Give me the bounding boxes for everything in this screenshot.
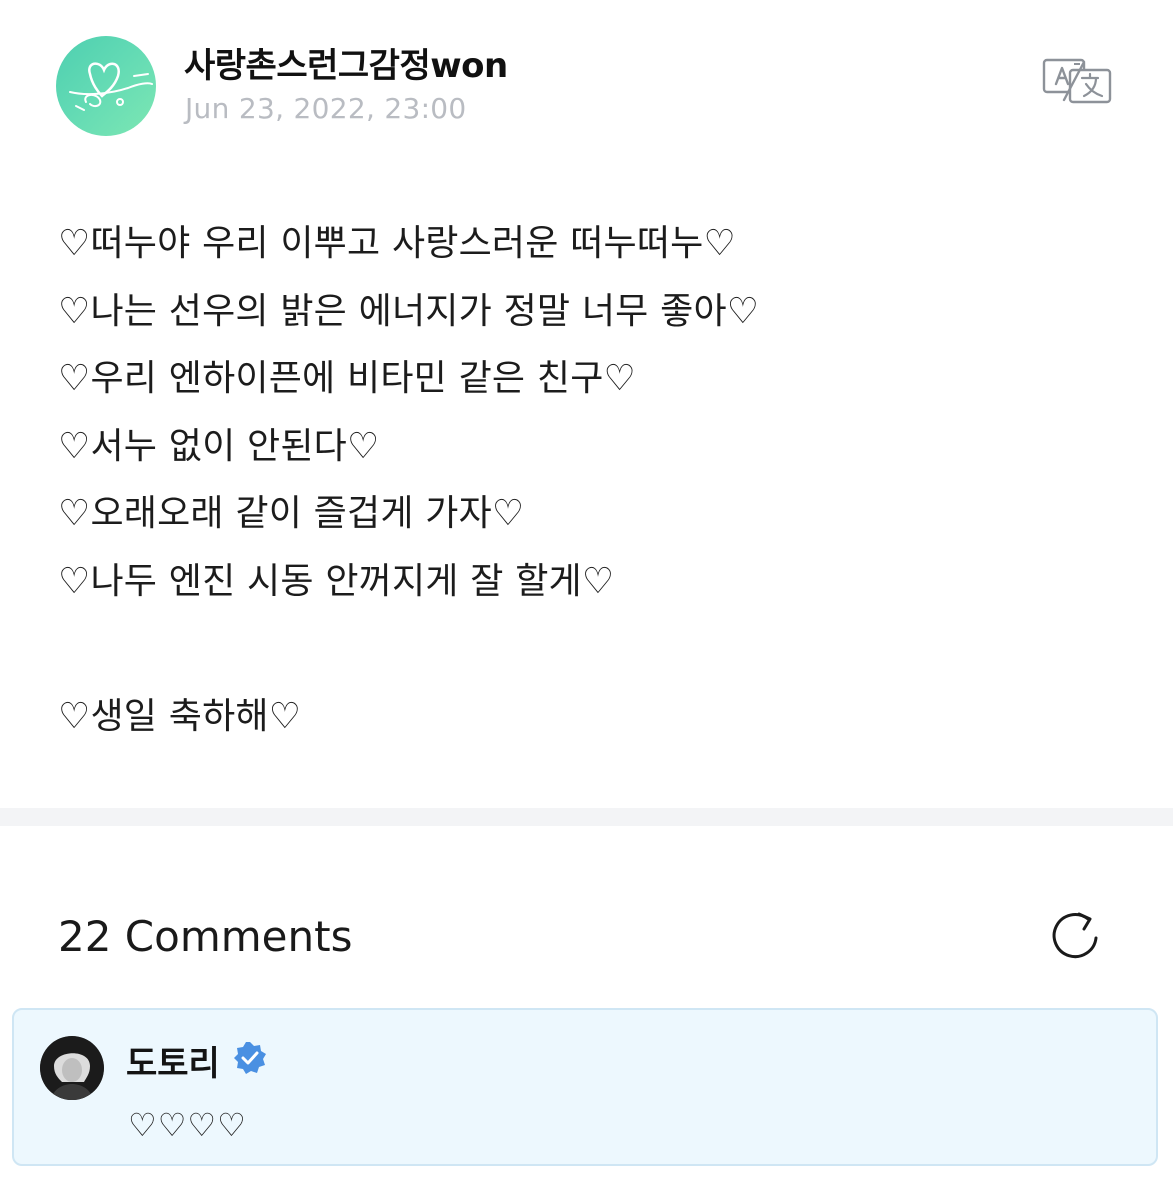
- verified-badge-icon: [232, 1040, 268, 1076]
- refresh-button[interactable]: [1046, 906, 1106, 966]
- author-avatar[interactable]: [56, 36, 156, 136]
- comment-avatar[interactable]: [40, 1036, 104, 1100]
- post-line: ♡나는 선우의 밝은 에너지가 정말 너무 좋아♡: [58, 290, 760, 332]
- heart-doodle-icon: [69, 62, 153, 111]
- profile-photo-icon: [40, 1036, 104, 1100]
- comment-author-name[interactable]: 도토리: [126, 1036, 220, 1085]
- post-author-name[interactable]: 사랑촌스런그감정won: [184, 38, 508, 87]
- refresh-icon: [1052, 912, 1098, 959]
- post-line: ♡떠누야 우리 이뿌고 사랑스러운 떠누떠누♡: [58, 223, 736, 264]
- post-line: ♡우리 엔하이픈에 비타민 같은 친구♡: [58, 358, 637, 399]
- post-line: ♡서누 없이 안된다♡: [58, 425, 380, 467]
- post-line: ♡생일 축하해♡: [58, 695, 302, 737]
- section-divider: [0, 808, 1173, 826]
- post-header: 사랑촌스런그감정won Jun 23, 2022, 23:00: [0, 0, 1173, 170]
- post-line: ♡오래오래 같이 즐겁게 가자♡: [58, 493, 525, 534]
- comments-header: 22 Comments: [0, 826, 1173, 1006]
- translate-icon: [1042, 58, 1112, 104]
- comment-text: ♡♡♡♡: [128, 1106, 247, 1144]
- comment-item[interactable]: 도토리 ♡♡♡♡: [12, 1008, 1158, 1166]
- post-date: Jun 23, 2022, 23:00: [185, 92, 467, 125]
- comments-count: 22 Comments: [58, 912, 353, 961]
- post-body: ♡떠누야 우리 이뿌고 사랑스러운 떠누떠누♡ ♡나는 선우의 밝은 에너지가 …: [58, 210, 1138, 750]
- post-line: ♡나두 엔진 시동 안꺼지게 잘 할게♡: [58, 560, 615, 602]
- translate-button[interactable]: [1040, 56, 1114, 106]
